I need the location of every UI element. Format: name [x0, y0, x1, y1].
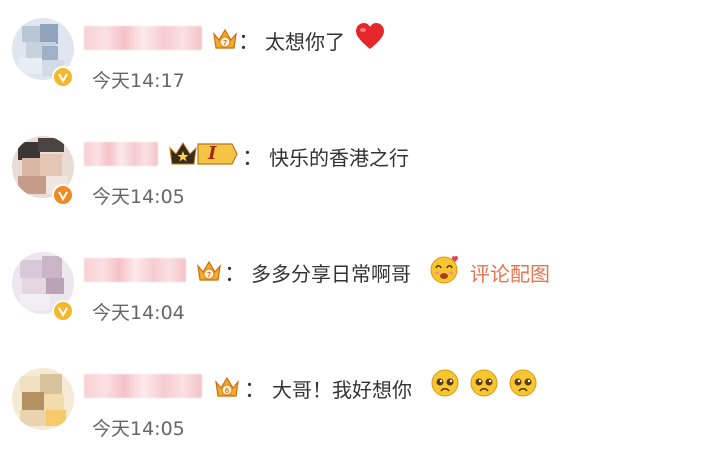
verified-badge-icon [52, 66, 74, 88]
comment-image-link[interactable]: 评论配图 [470, 258, 550, 287]
username-blurred[interactable] [84, 26, 202, 50]
comment-time: 今天14:04 [92, 302, 185, 324]
love-face-emoji-icon [430, 256, 459, 284]
comment-text: 多多分享日常啊哥 [251, 262, 411, 286]
verified-badge-icon [52, 300, 74, 322]
comment-text: 快乐的香港之行 [269, 146, 409, 170]
comment-text: 太想你了 [265, 30, 345, 54]
crown-badge-icon: 6 [215, 376, 239, 397]
separator-colon: ： [224, 262, 247, 287]
comment-item: I ： 快乐的香港之行 今天14:05 [0, 116, 709, 232]
avatar[interactable] [12, 368, 74, 430]
svg-text:7: 7 [207, 271, 211, 279]
vip-level: I [208, 143, 217, 164]
svg-text:7: 7 [223, 39, 227, 47]
svg-text:6: 6 [225, 387, 230, 395]
comment-time: 今天14:05 [92, 186, 185, 208]
pleading-face-emoji-icon [431, 369, 459, 397]
heart-icon [356, 23, 384, 49]
separator-colon: ： [238, 30, 261, 55]
comment-item: 6 ： 大哥！我好想你 今天14:05 [0, 348, 709, 464]
comment-item: 7 ： 多多分享日常啊哥 评论配图 今天14:04 [0, 232, 709, 348]
comment-time: 今天14:05 [92, 418, 185, 440]
vip-crown-badge-icon [169, 142, 238, 165]
comment-time: 今天14:17 [92, 70, 185, 92]
username-blurred[interactable] [84, 374, 202, 398]
username-blurred[interactable] [84, 142, 158, 166]
crown-badge-icon: 7 [197, 260, 221, 281]
separator-colon: ： [242, 146, 265, 171]
pleading-face-emoji-icon [509, 369, 537, 397]
pleading-face-emoji-icon [470, 369, 498, 397]
crown-badge-icon: 7 [213, 28, 237, 49]
verified-badge-icon [52, 184, 74, 206]
separator-colon: ： [244, 378, 267, 403]
username-blurred[interactable] [84, 258, 186, 282]
comment-item: 7 ： 太想你了 今天14:17 [0, 0, 709, 116]
comment-text: 大哥！我好想你 [272, 378, 412, 402]
